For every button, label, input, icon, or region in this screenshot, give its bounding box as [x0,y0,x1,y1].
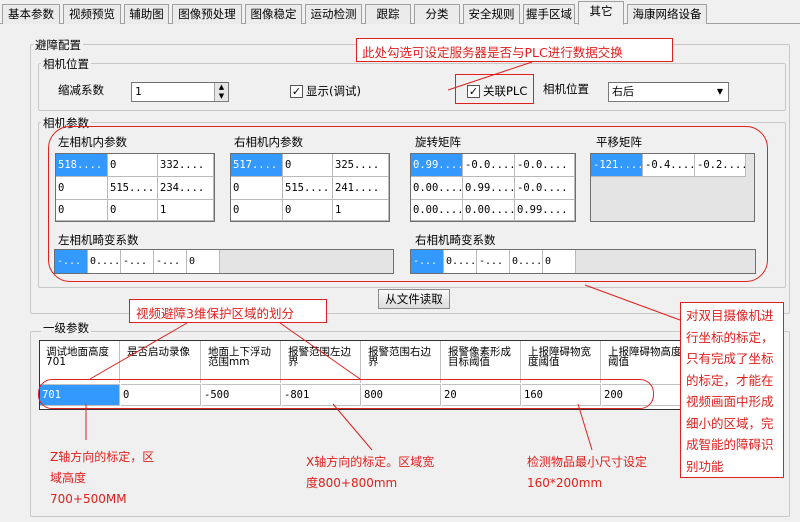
min-size-note: 检测物品最小尺寸设定160*200mm [527,455,648,490]
x-axis-note: X轴方向的标定。区域宽度800+800mm [306,455,435,490]
x-note-line [332,403,373,451]
plc-note-line [447,61,533,91]
annotation-lines [85,61,681,451]
zone-line-left [89,322,188,380]
zone-line-right [279,322,361,380]
size-note-line [577,403,593,451]
z-axis-note: Z轴方向的标定，区域高度700+500MM [50,450,155,506]
calibration-note-line [584,284,681,321]
